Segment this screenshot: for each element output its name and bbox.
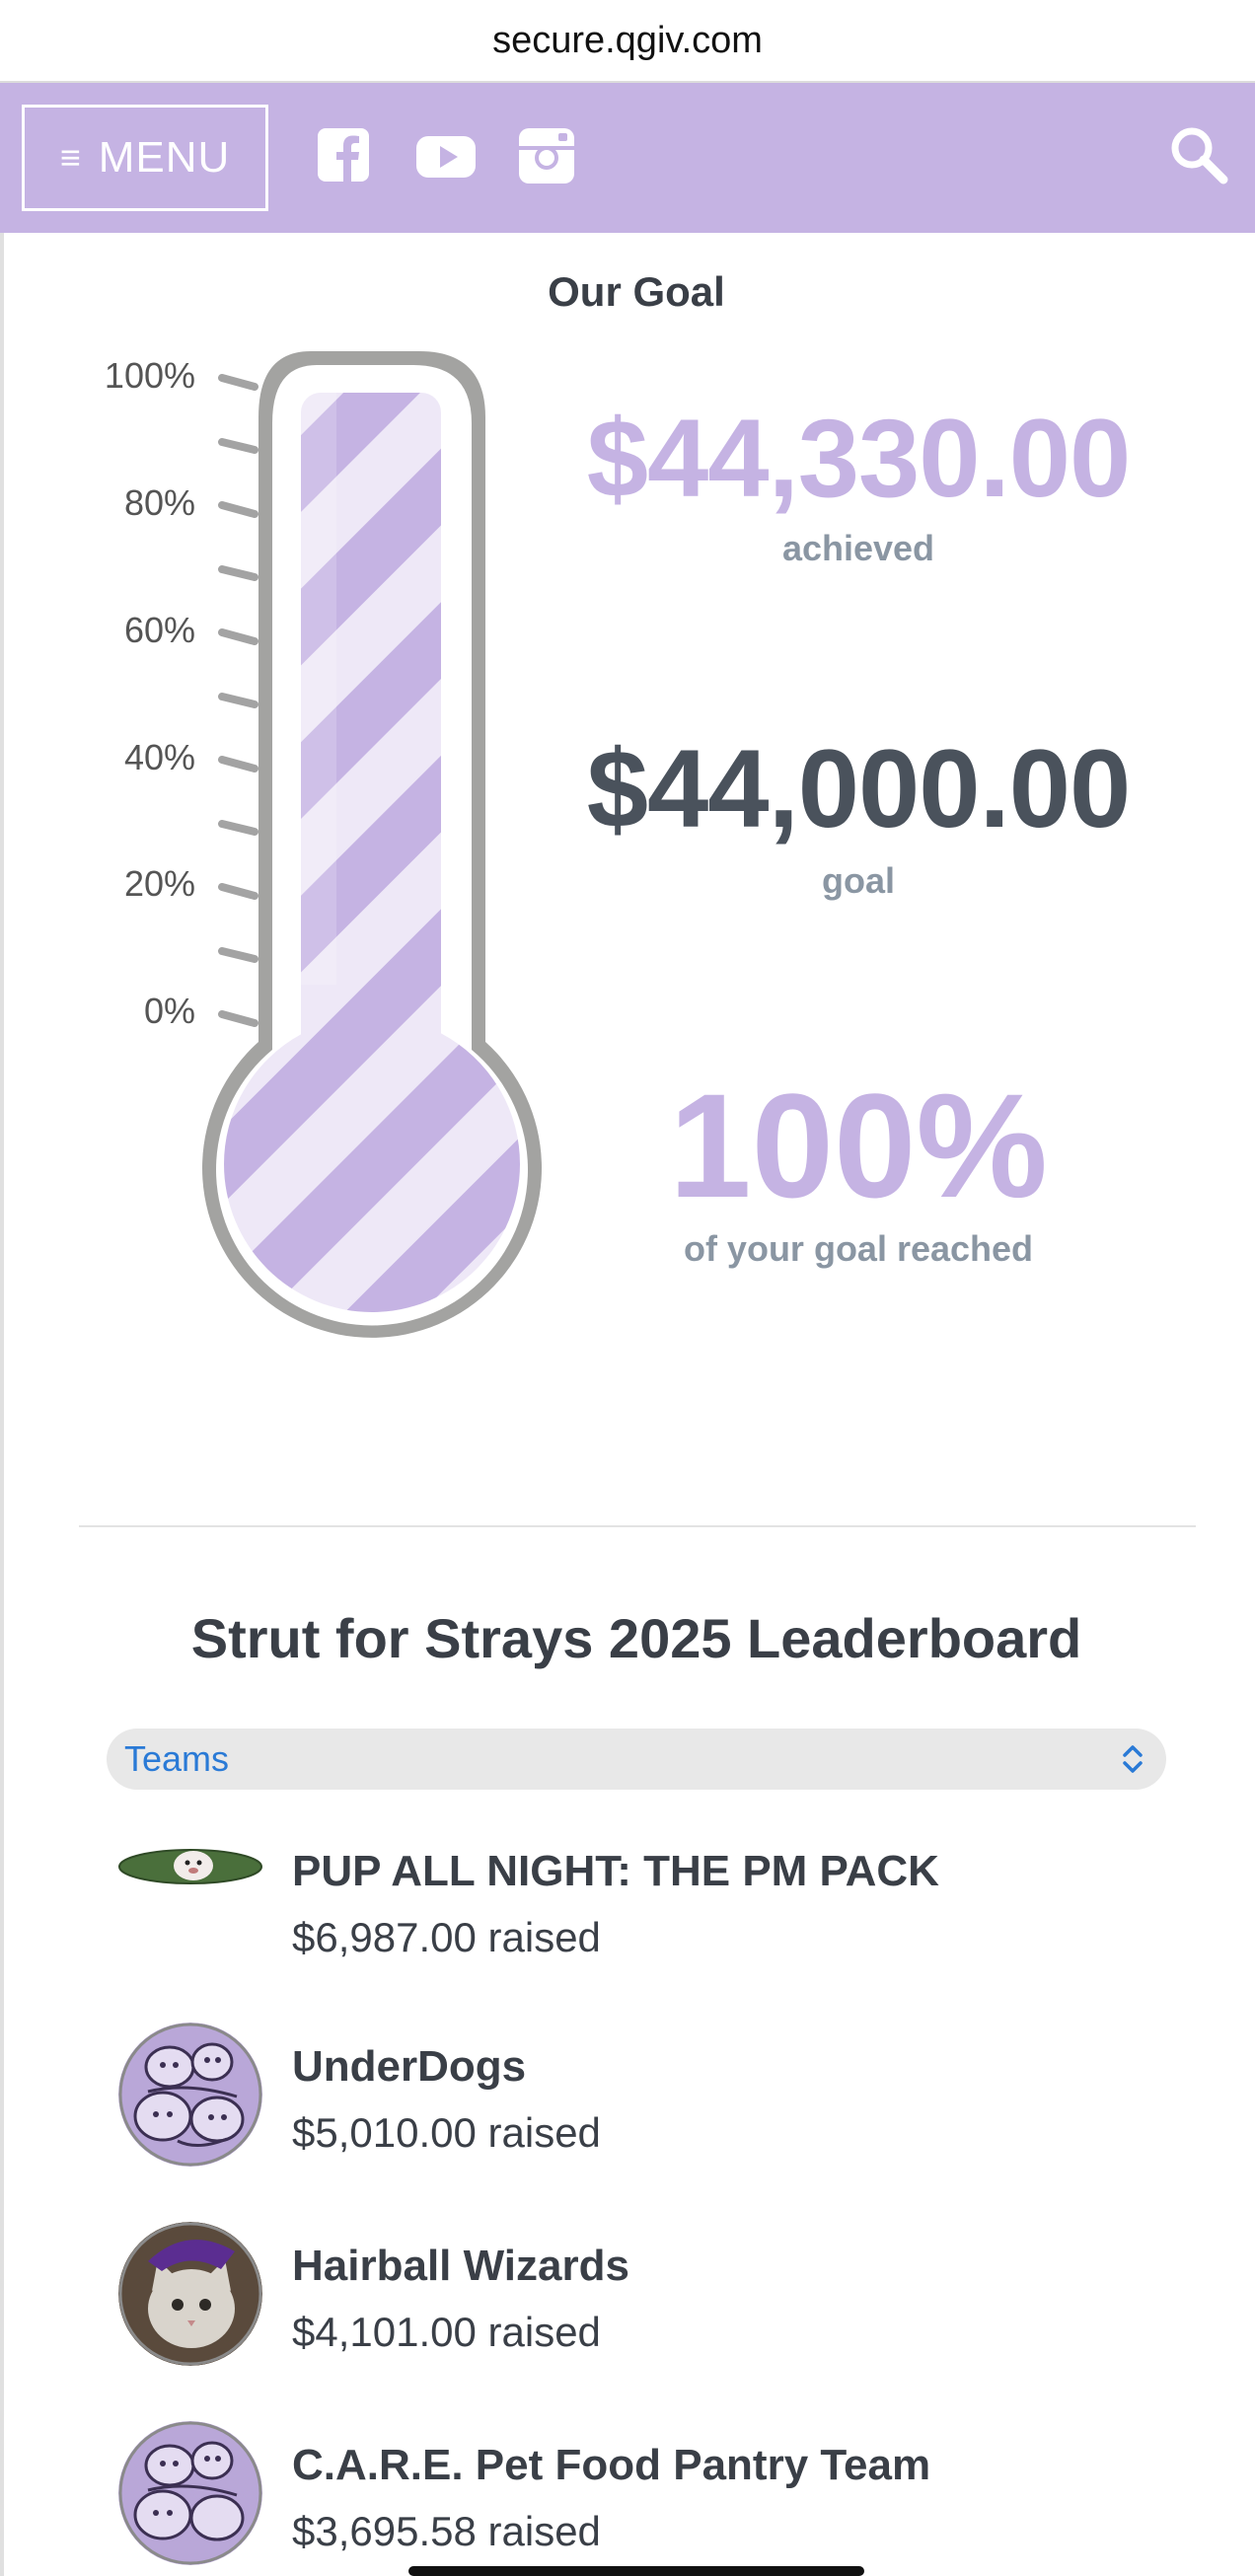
- menu-label: MENU: [98, 133, 231, 182]
- scale-label: 20%: [124, 863, 195, 904]
- team-raised: $6,987.00 raised: [292, 1914, 601, 1960]
- address-bar[interactable]: secure.qgiv.com: [0, 0, 1255, 83]
- goal-title: Our Goal: [548, 268, 725, 315]
- search-icon[interactable]: [1164, 120, 1233, 189]
- achieved-label: achieved: [781, 528, 935, 568]
- leaderboard-filter-select[interactable]: Teams: [107, 1729, 1166, 1790]
- facebook-icon[interactable]: [314, 124, 377, 187]
- youtube-icon[interactable]: [414, 124, 478, 187]
- content-border: [0, 233, 4, 2576]
- avatar: [118, 2222, 262, 2366]
- avatar: [118, 2023, 262, 2167]
- team-raised: $5,010.00 raised: [292, 2109, 601, 2156]
- scale-label: 40%: [124, 737, 195, 777]
- hamburger-icon: ≡: [59, 137, 81, 178]
- avatar: [118, 2421, 262, 2565]
- achieved-amount: $44,330.00: [586, 397, 1132, 520]
- avatar: [118, 1847, 262, 1886]
- leaderboard-item[interactable]: C.A.R.E. Pet Food Pantry Team $3,695.58 …: [118, 2421, 1204, 2576]
- leaderboard-item[interactable]: PUP ALL NIGHT: THE PM PACK $6,987.00 rai…: [118, 1847, 1204, 2005]
- url-text: secure.qgiv.com: [492, 19, 763, 61]
- team-name[interactable]: UnderDogs: [292, 2042, 526, 2092]
- goal-thermometer: 100% 80% 60% 40% 20% 0%: [94, 335, 567, 1342]
- scale-label: 60%: [124, 610, 195, 650]
- menu-button[interactable]: ≡ MENU: [22, 105, 268, 211]
- home-indicator[interactable]: [408, 2566, 864, 2576]
- section-divider: [79, 1525, 1196, 1527]
- team-raised: $3,695.58 raised: [292, 2508, 601, 2554]
- goal-label: goal: [821, 860, 895, 901]
- leaderboard-item[interactable]: Hairball Wizards $4,101.00 raised: [118, 2222, 1204, 2380]
- instagram-icon[interactable]: [515, 124, 578, 187]
- goal-percent: 100%: [669, 1063, 1048, 1228]
- scale-label: 100%: [105, 355, 195, 396]
- scale-label: 0%: [144, 991, 195, 1031]
- team-name[interactable]: PUP ALL NIGHT: THE PM PACK: [292, 1847, 939, 1896]
- goal-percent-label: of your goal reached: [683, 1228, 1034, 1269]
- top-nav: ≡ MENU: [0, 83, 1255, 233]
- goal-amount: $44,000.00: [586, 727, 1132, 850]
- team-name[interactable]: C.A.R.E. Pet Food Pantry Team: [292, 2441, 930, 2490]
- scale-label: 80%: [124, 482, 195, 523]
- team-raised: $4,101.00 raised: [292, 2309, 601, 2355]
- leaderboard-item[interactable]: UnderDogs $5,010.00 raised: [118, 2023, 1204, 2180]
- chevron-updown-icon: [1123, 1745, 1143, 1773]
- filter-value: Teams: [124, 1738, 230, 1779]
- leaderboard-title: Strut for Strays 2025 Leaderboard: [190, 1607, 1082, 1669]
- team-name[interactable]: Hairball Wizards: [292, 2242, 629, 2291]
